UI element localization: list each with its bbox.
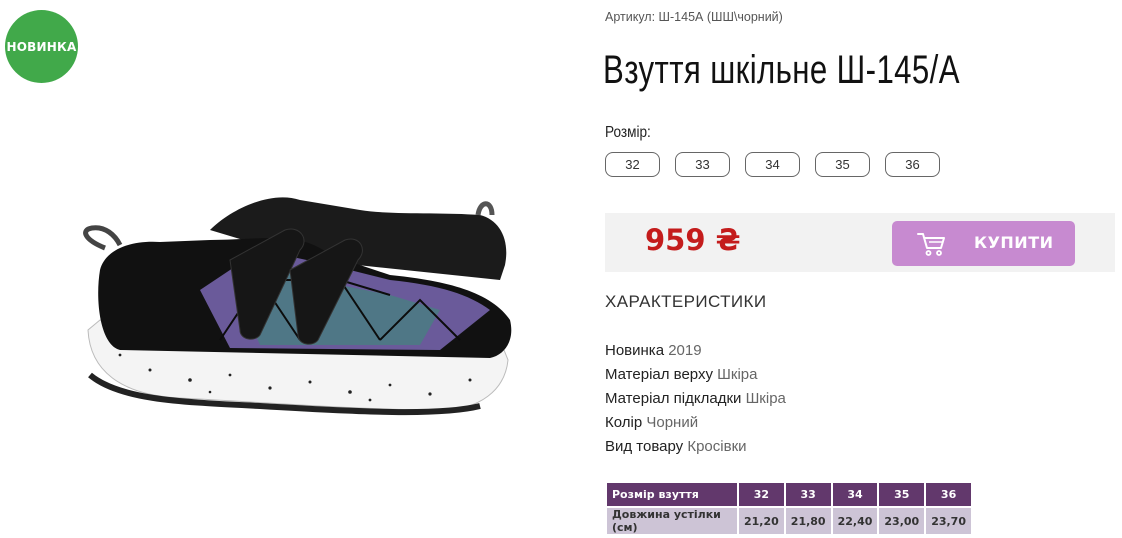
char-row-upper-material: Матеріал верху Шкіра bbox=[605, 363, 786, 387]
size-chart-header: Розмір взуття 32 33 34 35 36 bbox=[605, 481, 973, 508]
table-cell: 23,00 bbox=[877, 506, 927, 536]
char-key: Матеріал верху bbox=[605, 366, 713, 383]
size-option-34[interactable]: 34 bbox=[745, 152, 800, 177]
table-cell: 23,70 bbox=[924, 506, 973, 536]
table-cell: 32 bbox=[737, 481, 786, 508]
size-option-36[interactable]: 36 bbox=[885, 152, 940, 177]
product-title: Взуття шкільне Ш-145/А bbox=[603, 48, 960, 92]
table-cell: 22,40 bbox=[830, 506, 880, 536]
product-price: 959 ₴ bbox=[645, 223, 741, 257]
back-shoe-heel-tab bbox=[475, 201, 495, 216]
table-cell: 21,80 bbox=[783, 506, 833, 536]
size-chart-row: Довжина устілки (см) 21,20 21,80 22,40 2… bbox=[605, 506, 973, 536]
char-row-color: Колір Чорний bbox=[605, 411, 786, 435]
table-cell: 35 bbox=[877, 481, 927, 508]
table-cell: 36 bbox=[924, 481, 973, 508]
char-row-new: Новинка 2019 bbox=[605, 339, 786, 363]
product-sku: Артикул: Ш-145А (ШШ\чорний) bbox=[605, 10, 783, 24]
table-cell: 33 bbox=[783, 481, 833, 508]
heel-tab bbox=[83, 225, 123, 251]
size-chart-table: Розмір взуття 32 33 34 35 36 Довжина уст… bbox=[605, 481, 973, 536]
char-value[interactable]: Кросівки bbox=[687, 438, 746, 455]
cart-icon bbox=[917, 233, 945, 256]
product-image[interactable] bbox=[60, 170, 530, 430]
table-cell: Довжина устілки (см) bbox=[605, 506, 739, 536]
char-value[interactable]: Чорний bbox=[646, 414, 698, 431]
char-value[interactable]: Шкіра bbox=[746, 390, 786, 407]
size-option-33[interactable]: 33 bbox=[675, 152, 730, 177]
size-label: Розмір: bbox=[605, 124, 651, 141]
size-option-32[interactable]: 32 bbox=[605, 152, 660, 177]
size-selector: 32 33 34 35 36 bbox=[605, 152, 940, 177]
char-key: Вид товару bbox=[605, 438, 684, 455]
char-key: Колір bbox=[605, 414, 643, 431]
char-row-lining-material: Матеріал підкладки Шкіра bbox=[605, 387, 786, 411]
price-bar: 959 ₴ КУПИТИ bbox=[605, 213, 1115, 272]
buy-button-label: КУПИТИ bbox=[974, 233, 1054, 252]
characteristics-heading: ХАРАКТЕРИСТИКИ bbox=[605, 292, 767, 311]
char-key: Матеріал підкладки bbox=[605, 390, 742, 407]
table-cell: Розмір взуття bbox=[605, 481, 739, 508]
char-key: Новинка bbox=[605, 342, 665, 359]
char-value[interactable]: Шкіра bbox=[717, 366, 757, 383]
char-row-product-type: Вид товару Кросівки bbox=[605, 435, 786, 459]
table-cell: 34 bbox=[830, 481, 880, 508]
size-option-35[interactable]: 35 bbox=[815, 152, 870, 177]
table-cell: 21,20 bbox=[737, 506, 786, 536]
char-value[interactable]: 2019 bbox=[668, 342, 701, 359]
new-badge: НОВИНКА bbox=[5, 10, 78, 83]
buy-button[interactable]: КУПИТИ bbox=[892, 221, 1075, 266]
characteristics-list: Новинка 2019 Матеріал верху Шкіра Матері… bbox=[605, 339, 786, 459]
